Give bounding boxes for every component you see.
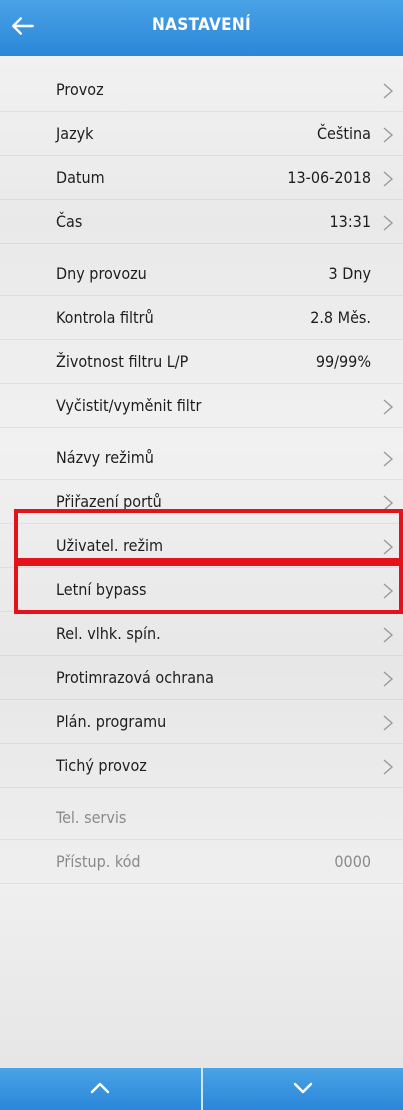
row-label: Názvy režimů [56,448,154,467]
row-label: Přístup. kód [56,852,141,871]
header-bar: NASTAVENÍ [0,0,403,56]
settings-row-dny-provozu[interactable]: Dny provozu 3 Dny [0,252,403,296]
settings-list: Provoz Jazyk Čeština Datum 13-06-2018 Čas 13:3… [0,68,403,884]
settings-row-provoz[interactable]: Provoz [0,68,403,112]
settings-row-letni-bypass[interactable]: Letní bypass [0,568,403,612]
chevron-right-icon [383,583,394,599]
row-label: Životnost filtru L/P [56,352,189,371]
chevron-down-icon [293,1082,312,1094]
chevron-right-icon [383,539,394,555]
row-label: Kontrola filtrů [56,308,154,327]
row-label: Uživatel. režim [56,536,164,555]
chevron-right-icon [383,759,394,775]
chevron-right-icon [383,215,394,231]
settings-row-tel-servis: Tel. servis [0,796,403,840]
row-label: Datum [56,168,105,187]
row-label: Rel. vlhk. spín. [56,624,161,643]
settings-row-prirazeni-portu[interactable]: Přiřazení portů [0,480,403,524]
page-title: NASTAVENÍ [152,15,251,35]
row-value: 2.8 Měs. [310,308,371,327]
row-label: Protimrazová ochrana [56,668,214,687]
settings-row-rel-vlhk-spin[interactable]: Rel. vlhk. spín. [0,612,403,656]
row-label: Letní bypass [56,580,147,599]
settings-row-vycistit-vymenit-filtr[interactable]: Vyčistit/vyměnit filtr [0,384,403,428]
row-value: 3 Dny [328,264,371,283]
settings-screen: NASTAVENÍ Provoz Jazyk Čeština Datum 13-06-2… [0,0,403,1110]
chevron-right-icon [383,83,394,99]
settings-row-pristup-kod: Přístup. kód 0000 [0,840,403,884]
chevron-right-icon [383,399,394,415]
row-value: 0000 [334,852,371,871]
row-label: Čas [56,212,83,231]
row-label: Tichý provoz [56,756,147,775]
row-label: Přiřazení portů [56,492,162,511]
chevron-right-icon [383,495,394,511]
settings-row-uzivatel-rezim[interactable]: Uživatel. režim [0,524,403,568]
row-value: 13:31 [329,212,371,231]
settings-row-jazyk[interactable]: Jazyk Čeština [0,112,403,156]
row-label: Jazyk [56,124,94,143]
row-label: Dny provozu [56,264,147,283]
chevron-right-icon [383,127,394,143]
chevron-right-icon [383,715,394,731]
scroll-down-button[interactable] [203,1068,403,1110]
row-value: 13-06-2018 [287,168,371,187]
chevron-right-icon [383,451,394,467]
settings-row-cas[interactable]: Čas 13:31 [0,200,403,244]
chevron-right-icon [383,671,394,687]
settings-row-protimrazova-ochrana[interactable]: Protimrazová ochrana [0,656,403,700]
chevron-up-icon [91,1082,110,1094]
scroll-up-button[interactable] [0,1068,201,1110]
row-label: Plán. programu [56,712,167,731]
footer-nav [0,1068,403,1110]
settings-row-zivotnost-filtru-l-p[interactable]: Životnost filtru L/P 99/99% [0,340,403,384]
settings-row-nazvy-rezimu[interactable]: Názvy režimů [0,436,403,480]
row-label: Tel. servis [56,808,127,827]
settings-row-plan-programu[interactable]: Plán. programu [0,700,403,744]
settings-row-datum[interactable]: Datum 13-06-2018 [0,156,403,200]
row-label: Vyčistit/vyměnit filtr [56,396,202,415]
row-label: Provoz [56,80,104,99]
row-value: 99/99% [315,352,371,371]
settings-row-tichy-provoz[interactable]: Tichý provoz [0,744,403,788]
row-value: Čeština [317,124,371,143]
chevron-right-icon [383,171,394,187]
chevron-right-icon [383,627,394,643]
settings-row-kontrola-filtru[interactable]: Kontrola filtrů 2.8 Měs. [0,296,403,340]
